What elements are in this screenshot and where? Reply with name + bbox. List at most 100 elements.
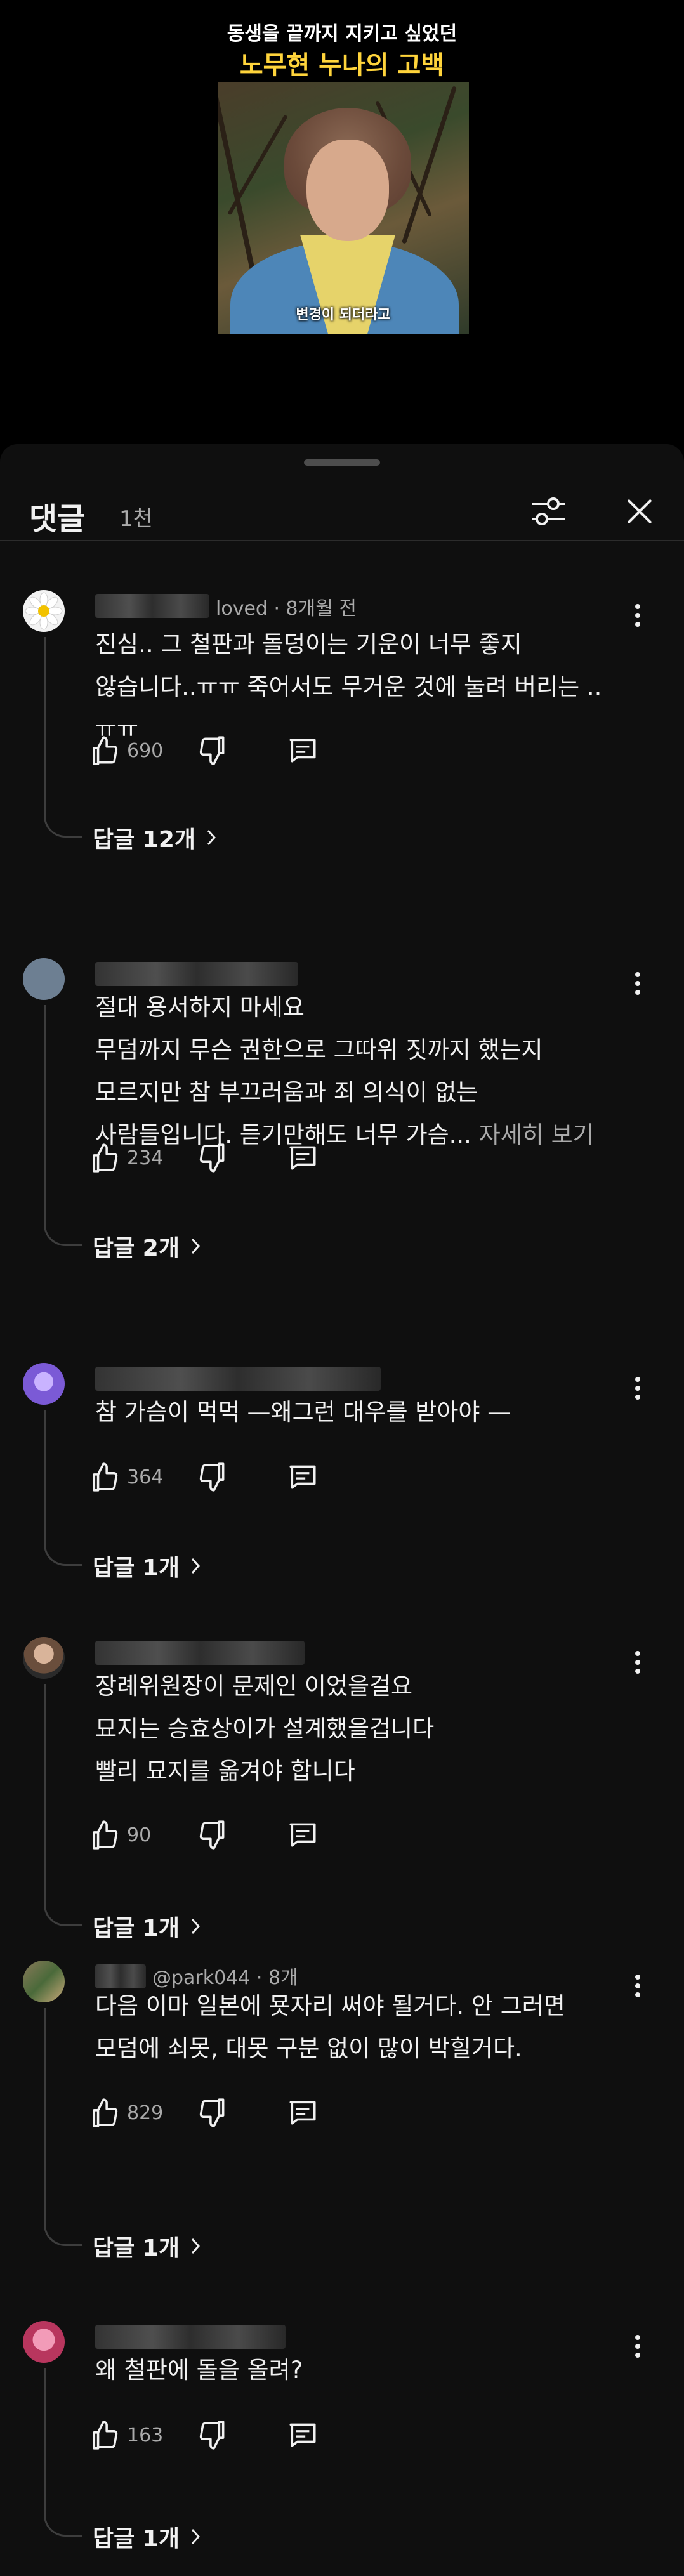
read-more-link[interactable]: 자세히 보기 [479,1121,595,1148]
avatar[interactable] [23,1363,65,1405]
avatar[interactable] [23,958,65,1000]
comment-item: 장례위원장이 문제인 이었을걸요 묘지는 승효상이가 설계했을겁니다 빨리 묘지… [0,1637,684,1942]
avatar[interactable] [23,1637,65,1679]
comment-actions: 829 [89,2094,406,2132]
avatar[interactable] [23,2321,65,2363]
comment-actions: 364 [89,1458,406,1496]
thumbs-up-icon [93,2098,118,2127]
close-icon [627,499,652,524]
dislike-button[interactable] [197,2094,228,2132]
view-replies-button[interactable]: 답글 1개 [93,1548,200,1584]
video-caption-top: 동생을 끝까지 지키고 싶었던 [227,23,457,45]
filter-button[interactable] [523,486,574,537]
avatar[interactable] [23,1961,65,2002]
comment-line: 절대 용서하지 마세요 [95,994,305,1021]
view-replies-button[interactable]: 답글 2개 [93,1228,200,1264]
replies-label: 답글 1개 [93,1916,180,1942]
reply-button[interactable] [287,732,319,770]
thread-curve [44,1541,82,1566]
comment-meta: loved · 8개월 전 [216,598,357,620]
video-player[interactable]: 동생을 끝까지 지키고 싶었던 노무현 누나의 고백 변경이 되더라고 [0,0,684,444]
thread-line [44,1005,46,1227]
comments-header: 댓글 1천 [0,482,684,541]
chevron-right-icon [191,2238,200,2254]
comment-text: 절대 용서하지 마세요 무덤까지 무슨 권한으로 그따위 짓까지 했는지 모르지… [95,986,628,1156]
like-count: 234 [127,1147,164,1169]
close-button[interactable] [614,486,665,537]
dislike-button[interactable] [197,1458,228,1496]
comments-count: 1천 [119,506,153,532]
chevron-right-icon [191,1558,200,1574]
view-replies-button[interactable]: 답글 1개 [93,1909,200,1944]
chevron-right-icon [191,1238,200,1254]
thumbs-down-icon [199,1462,225,1492]
replies-label: 답글 1개 [93,2235,180,2261]
thumbs-down-icon [199,2098,225,2127]
thumbs-up-icon [93,1820,118,1850]
comment-actions: 690 [89,732,406,770]
person-face [306,140,389,241]
replies-label: 답글 12개 [93,827,195,853]
comment-line: 묘지는 승효상이가 설계했을겁니다 [95,1715,435,1742]
author-name-redacted [95,594,209,618]
reply-button[interactable] [287,2094,319,2132]
sort-filter-icon [532,497,565,525]
comment-line: 모르지만 참 부끄러움과 죄 의식이 없는 [95,1079,478,1106]
like-count: 364 [127,1466,164,1488]
avatar[interactable] [23,590,65,632]
comment-text: 왜 철판에 돌을 올려? [95,2349,628,2391]
thumbs-up-icon [93,1143,118,1173]
comment-text: 장례위원장이 문제인 이었을걸요 묘지는 승효상이가 설계했을겁니다 빨리 묘지… [95,1665,628,1792]
comment-item: 참 가슴이 먹먹 —왜그런 대우를 받아야 — 364 답글 1개 [0,1363,684,1598]
view-replies-button[interactable]: 답글 12개 [93,820,216,855]
like-count: 90 [127,1824,152,1846]
thread-line [44,1684,46,1907]
thread-curve [44,2511,82,2537]
drag-handle[interactable] [304,459,380,466]
like-button[interactable]: 829 [89,2094,163,2132]
dislike-button[interactable] [197,2416,228,2454]
like-button[interactable]: 364 [89,1458,163,1496]
daisy-avatar-icon [25,592,63,630]
comment-text: 참 가슴이 먹먹 —왜그런 대우를 받아야 — [95,1391,628,1433]
like-button[interactable]: 163 [89,2416,163,2454]
reply-button[interactable] [287,2416,319,2454]
comment-item: @park044 · 8개 다음 이마 일본에 묫자리 써야 될거다. 안 그러… [0,1961,684,2261]
thread-curve [44,1221,82,1246]
comment-item: 절대 용서하지 마세요 무덤까지 무슨 권한으로 그따위 짓까지 했는지 모르지… [0,958,684,1294]
thread-line [44,2368,46,2518]
more-vert-icon [635,2335,640,2358]
reply-button[interactable] [287,1816,319,1854]
reply-comment-icon [289,1823,316,1847]
thumbs-down-icon [199,2421,225,2450]
comment-line: 다음 이마 일본에 묫자리 써야 될거다. 안 그러면 [95,1992,565,2020]
comments-sheet: 댓글 1천 loved · 8개월 전 진심.. 그 철판과 돌덩이는 기운이 … [0,444,684,2576]
view-replies-button[interactable]: 답글 1개 [93,2228,200,2264]
more-vert-icon [635,972,640,995]
thread-line [44,637,46,818]
dislike-button[interactable] [197,1139,228,1177]
comment-line: 진심.. 그 철판과 돌덩이는 기운이 너무 좋지 [95,631,522,658]
reply-button[interactable] [287,1139,319,1177]
like-button[interactable]: 690 [89,732,163,770]
comment-actions: 234 [89,1139,406,1177]
like-button[interactable]: 234 [89,1139,163,1177]
author-name-redacted [95,2325,286,2349]
comment-line: 왜 철판에 돌을 올려? [95,2356,303,2384]
comment-actions: 90 [89,1816,406,1854]
dislike-button[interactable] [197,732,228,770]
video-caption-title: 노무현 누나의 고백 [239,51,445,80]
thumbs-up-icon [93,2421,118,2450]
view-replies-button[interactable]: 답글 1개 [93,2519,200,2554]
author-name-redacted [95,962,298,986]
reply-button[interactable] [287,1458,319,1496]
thread-line [44,1410,46,1547]
chevron-right-icon [191,1918,200,1935]
more-vert-icon [635,604,640,627]
dislike-button[interactable] [197,1816,228,1854]
like-count: 690 [127,739,164,762]
video-thumbnail[interactable]: 변경이 되더라고 [218,82,469,334]
comment-line: 모덤에 쇠못, 대못 구분 없이 많이 박힐거다. [95,2035,522,2062]
like-button[interactable]: 90 [89,1816,151,1854]
author-name-redacted [95,1367,381,1391]
